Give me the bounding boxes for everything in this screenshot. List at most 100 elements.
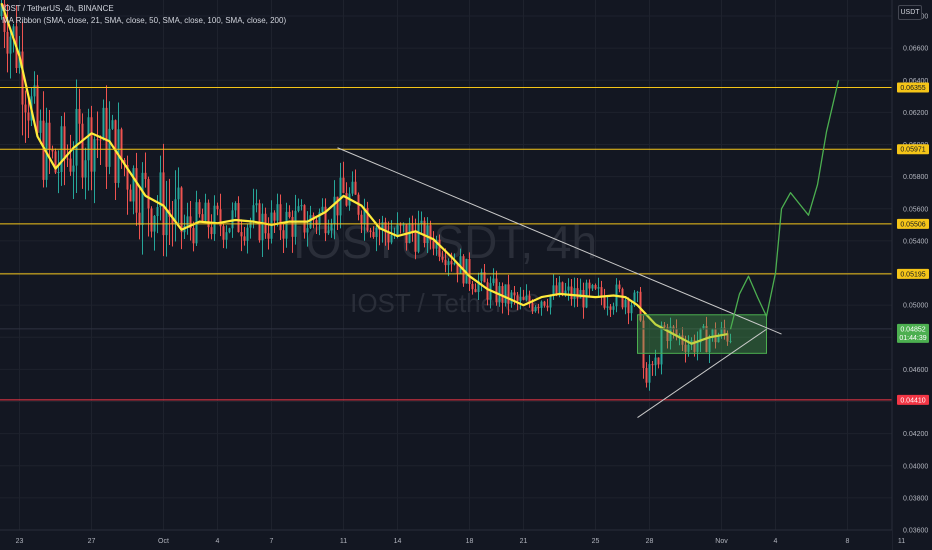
candle-body: [213, 205, 216, 235]
candle-body: [570, 286, 573, 300]
candle-body: [120, 129, 123, 161]
candle-body: [297, 206, 300, 211]
price-tick: 0.03800: [903, 495, 928, 502]
candle-body: [414, 232, 417, 252]
candle-body: [327, 230, 330, 234]
candle-body: [630, 305, 633, 314]
candle-body: [228, 228, 231, 233]
price-tick: 0.05800: [903, 174, 928, 181]
candle-body: [345, 192, 348, 206]
candle-body: [300, 205, 303, 207]
price-tick: 0.05600: [903, 206, 928, 213]
candle-body: [453, 263, 456, 265]
candle-body: [291, 216, 294, 237]
candle-body: [186, 216, 189, 226]
candle-body: [594, 285, 597, 289]
chart-canvas[interactable]: IOSTUSDT, 4hIOST / TetherUS0.068000.0660…: [0, 0, 932, 550]
candle-body: [651, 364, 654, 366]
candle-body: [510, 292, 513, 304]
candle-body: [165, 209, 168, 236]
candle-body: [606, 306, 609, 308]
level-tag-label: 0.05195: [900, 271, 925, 278]
candle-body: [519, 296, 522, 301]
price-tick: 0.05400: [903, 238, 928, 245]
candle-body: [636, 291, 639, 293]
chart[interactable]: IOSTUSDT, 4hIOST / TetherUS0.068000.0660…: [0, 0, 932, 550]
candle-body: [285, 211, 288, 239]
candle-body: [111, 120, 114, 129]
candle-body: [150, 208, 153, 232]
candle-body: [516, 295, 519, 301]
candle-body: [309, 215, 312, 229]
candle-body: [132, 168, 135, 202]
candle-body: [108, 128, 111, 167]
candle-body: [474, 289, 477, 293]
candle-body: [351, 181, 354, 194]
candle-body: [240, 232, 243, 237]
candle-body: [495, 278, 498, 303]
time-tick: 25: [592, 538, 600, 545]
candle-body: [243, 236, 246, 241]
candle-body: [96, 139, 99, 141]
candle-body: [279, 204, 282, 231]
candle-body: [24, 104, 27, 113]
projection-path: [729, 80, 840, 330]
time-tick: 11: [340, 538, 347, 545]
candle-body: [621, 288, 624, 308]
candle-body: [375, 228, 378, 237]
candle-body: [372, 231, 375, 237]
candle-body: [534, 307, 537, 312]
candle-body: [129, 189, 132, 202]
candle-body: [426, 225, 429, 243]
candle-body: [78, 108, 81, 124]
candle-body: [450, 261, 453, 265]
candle-body: [546, 305, 549, 308]
currency-button[interactable]: USDT: [898, 5, 922, 20]
time-axis: 23 27 Oct 4 7 11 14 18 21 25 28 Nov 4 8 11: [0, 529, 905, 550]
candle-body: [507, 284, 510, 304]
candle-body: [555, 285, 558, 295]
time-tick: 23: [16, 538, 24, 545]
level-tag-label: 0.05971: [900, 147, 925, 154]
candle-body: [57, 171, 60, 173]
candle-body: [486, 282, 489, 300]
candle-body: [192, 228, 195, 244]
candle-body: [549, 295, 552, 308]
candle-body: [303, 205, 306, 233]
candle-body: [252, 205, 255, 222]
indicator-legend[interactable]: MA Ribbon (SMA, close, 21, SMA, close, 5…: [2, 16, 286, 25]
candle-body: [210, 227, 213, 235]
level-tag-label: 0.06355: [900, 85, 925, 92]
candle-body: [144, 172, 147, 180]
time-tick: 27: [88, 538, 96, 545]
price-tick: 0.06200: [903, 110, 928, 117]
candle-body: [417, 224, 420, 252]
candle-body: [72, 165, 75, 172]
candle-body: [531, 303, 534, 312]
candle-body: [105, 107, 108, 167]
candle-body: [522, 296, 525, 300]
candles: [0, 0, 732, 391]
candle-body: [39, 120, 42, 133]
candle-body: [468, 258, 471, 284]
level-tag-label: 0.05506: [900, 221, 925, 228]
candle-body: [135, 168, 138, 213]
candle-body: [330, 224, 333, 231]
candle-body: [657, 357, 660, 365]
candle-body: [222, 226, 225, 240]
candle-body: [537, 307, 540, 309]
current-price-label: 0.04852: [900, 326, 925, 333]
price-axis: 0.068000.066000.064000.062000.060000.058…: [891, 0, 932, 550]
candle-body: [597, 287, 600, 289]
candle-body: [558, 282, 561, 295]
price-tick: 0.05000: [903, 303, 928, 310]
candle-body: [234, 203, 237, 211]
candle-body: [216, 205, 219, 210]
price-tick: 0.04200: [903, 431, 928, 438]
candle-body: [399, 224, 402, 226]
candle-body: [180, 187, 183, 233]
candle-body: [588, 282, 591, 289]
candle-body: [6, 31, 9, 54]
time-tick: 8: [846, 538, 850, 545]
candle-body: [246, 227, 249, 241]
